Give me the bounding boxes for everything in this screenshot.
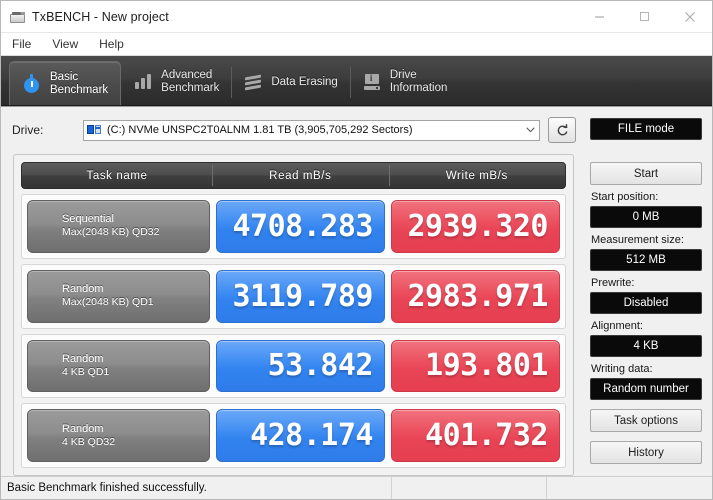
results-rows: Sequential Max(2048 KB) QD32 4708.283 29… (21, 194, 566, 468)
window-title: TxBENCH - New project (32, 9, 169, 24)
tab-data-erasing[interactable]: Data Erasing (231, 59, 349, 105)
benchmark-panel: Drive: (C:) NVMe UNSPC2T0ALNM 1.81 TB (3… (1, 107, 586, 476)
write-value-cell: 193.801 (391, 339, 560, 393)
read-value-cell: 4708.283 (216, 200, 385, 253)
tab-drive-information-label: Drive Information (390, 69, 448, 95)
column-header-task: Task name (86, 169, 148, 182)
tab-data-erasing-label: Data Erasing (271, 76, 337, 89)
read-value-cell: 3119.789 (216, 269, 385, 323)
status-pane-2 (391, 477, 546, 499)
task-line1: Random (62, 283, 104, 296)
task-line2: 4 KB QD32 (62, 435, 116, 448)
title-bar: TxBENCH - New project (1, 1, 712, 33)
task-name-cell: Random Max(2048 KB) QD1 (27, 269, 210, 323)
chevron-down-icon[interactable] (521, 127, 539, 133)
tab-drive-line1: Drive (389, 69, 417, 81)
drive-select[interactable]: (C:) NVMe UNSPC2T0ALNM 1.81 TB (3,905,70… (83, 119, 540, 141)
drive-select-value: (C:) NVMe UNSPC2T0ALNM 1.81 TB (3,905,70… (107, 124, 413, 136)
menu-item-file[interactable]: File (10, 35, 41, 54)
tab-basic-line1: Basic (50, 70, 79, 83)
column-header-write: Write mB/s (388, 163, 565, 188)
drive-app-icon (9, 9, 25, 25)
tab-advanced-benchmark-label: Advanced Benchmark (161, 69, 219, 95)
table-row: Random 4 KB QD1 53.842 193.801 (21, 333, 566, 399)
stopwatch-icon (21, 73, 43, 95)
task-name-cell: Sequential Max(2048 KB) QD32 (27, 200, 210, 253)
file-mode-button[interactable]: FILE mode (590, 118, 702, 140)
task-name-cell: Random 4 KB QD32 (27, 409, 210, 462)
tab-bar: Basic Benchmark Advanced Benchmark Data … (1, 56, 712, 106)
tab-drive-information[interactable]: Drive Information (349, 59, 460, 105)
writing-data-value[interactable]: Random number (590, 378, 702, 400)
content-area: Drive: (C:) NVMe UNSPC2T0ALNM 1.81 TB (3… (1, 106, 712, 476)
prewrite-value[interactable]: Disabled (590, 292, 702, 314)
status-pane-3 (546, 477, 712, 499)
drive-label: Drive: (12, 123, 44, 137)
status-bar: Basic Benchmark finished successfully. (1, 476, 712, 499)
read-value-cell: 428.174 (216, 409, 385, 462)
minimize-icon[interactable] (577, 1, 622, 32)
start-button[interactable]: Start (590, 162, 702, 185)
prewrite-label: Prewrite: (591, 277, 635, 289)
task-line2: Max(2048 KB) QD1 (62, 296, 154, 309)
results-header: Task name Read mB/s Write mB/s (21, 162, 566, 189)
tab-advanced-line1: Advanced (161, 69, 213, 81)
drive-icon (87, 124, 102, 137)
bar-chart-icon (132, 71, 154, 93)
tab-basic-line2: Benchmark (50, 83, 109, 96)
tab-drive-line2: Information (389, 82, 448, 94)
close-icon[interactable] (667, 1, 712, 32)
task-line1: Random (62, 352, 104, 365)
writing-data-label: Writing data: (591, 363, 653, 375)
task-line2: Max(2048 KB) QD32 (62, 226, 160, 239)
status-message: Basic Benchmark finished successfully. (7, 482, 207, 494)
start-position-label: Start position: (591, 191, 659, 203)
read-value-cell: 53.842 (216, 339, 385, 393)
task-line2: 4 KB QD1 (62, 365, 110, 378)
tab-advanced-benchmark[interactable]: Advanced Benchmark (121, 59, 231, 105)
erase-wave-icon (242, 71, 264, 93)
tab-erasing-line1: Data Erasing (271, 75, 338, 88)
refresh-icon[interactable] (548, 117, 576, 143)
table-row: Random Max(2048 KB) QD1 3119.789 2983.97… (21, 263, 566, 329)
txbench-window: TxBENCH - New project File View Help Bas… (0, 0, 713, 500)
history-button[interactable]: History (590, 441, 702, 464)
tab-advanced-line2: Benchmark (161, 82, 220, 94)
maximize-icon[interactable] (622, 1, 667, 32)
menu-bar: File View Help (1, 33, 712, 56)
task-name-cell: Random 4 KB QD1 (27, 339, 210, 393)
menu-item-view[interactable]: View (50, 35, 88, 54)
menu-item-help[interactable]: Help (97, 35, 134, 54)
results-panel: Task name Read mB/s Write mB/s Sequentia… (13, 154, 574, 476)
window-controls (577, 1, 712, 32)
task-line1: Random (62, 422, 104, 435)
alignment-label: Alignment: (591, 320, 643, 332)
drive-selector-row: Drive: (C:) NVMe UNSPC2T0ALNM 1.81 TB (3… (1, 117, 586, 143)
write-value-cell: 2983.971 (391, 269, 560, 323)
column-header-read: Read mB/s (212, 163, 389, 188)
table-row: Random 4 KB QD32 428.174 401.732 (21, 403, 566, 468)
table-row: Sequential Max(2048 KB) QD32 4708.283 29… (21, 194, 566, 259)
measurement-size-label: Measurement size: (591, 234, 684, 246)
task-options-button[interactable]: Task options (590, 409, 702, 432)
write-value-cell: 401.732 (391, 409, 560, 462)
write-value-cell: 2939.320 (391, 200, 560, 253)
task-line1: Sequential (62, 213, 114, 226)
options-sidebar: FILE mode Start Start position: 0 MB Mea… (586, 107, 712, 476)
measurement-size-value[interactable]: 512 MB (590, 249, 702, 271)
tab-basic-benchmark-label: Basic Benchmark (50, 71, 108, 97)
tab-basic-benchmark[interactable]: Basic Benchmark (9, 61, 122, 105)
start-position-value[interactable]: 0 MB (590, 206, 702, 228)
drive-info-icon (361, 71, 383, 93)
alignment-value[interactable]: 4 KB (590, 335, 702, 357)
